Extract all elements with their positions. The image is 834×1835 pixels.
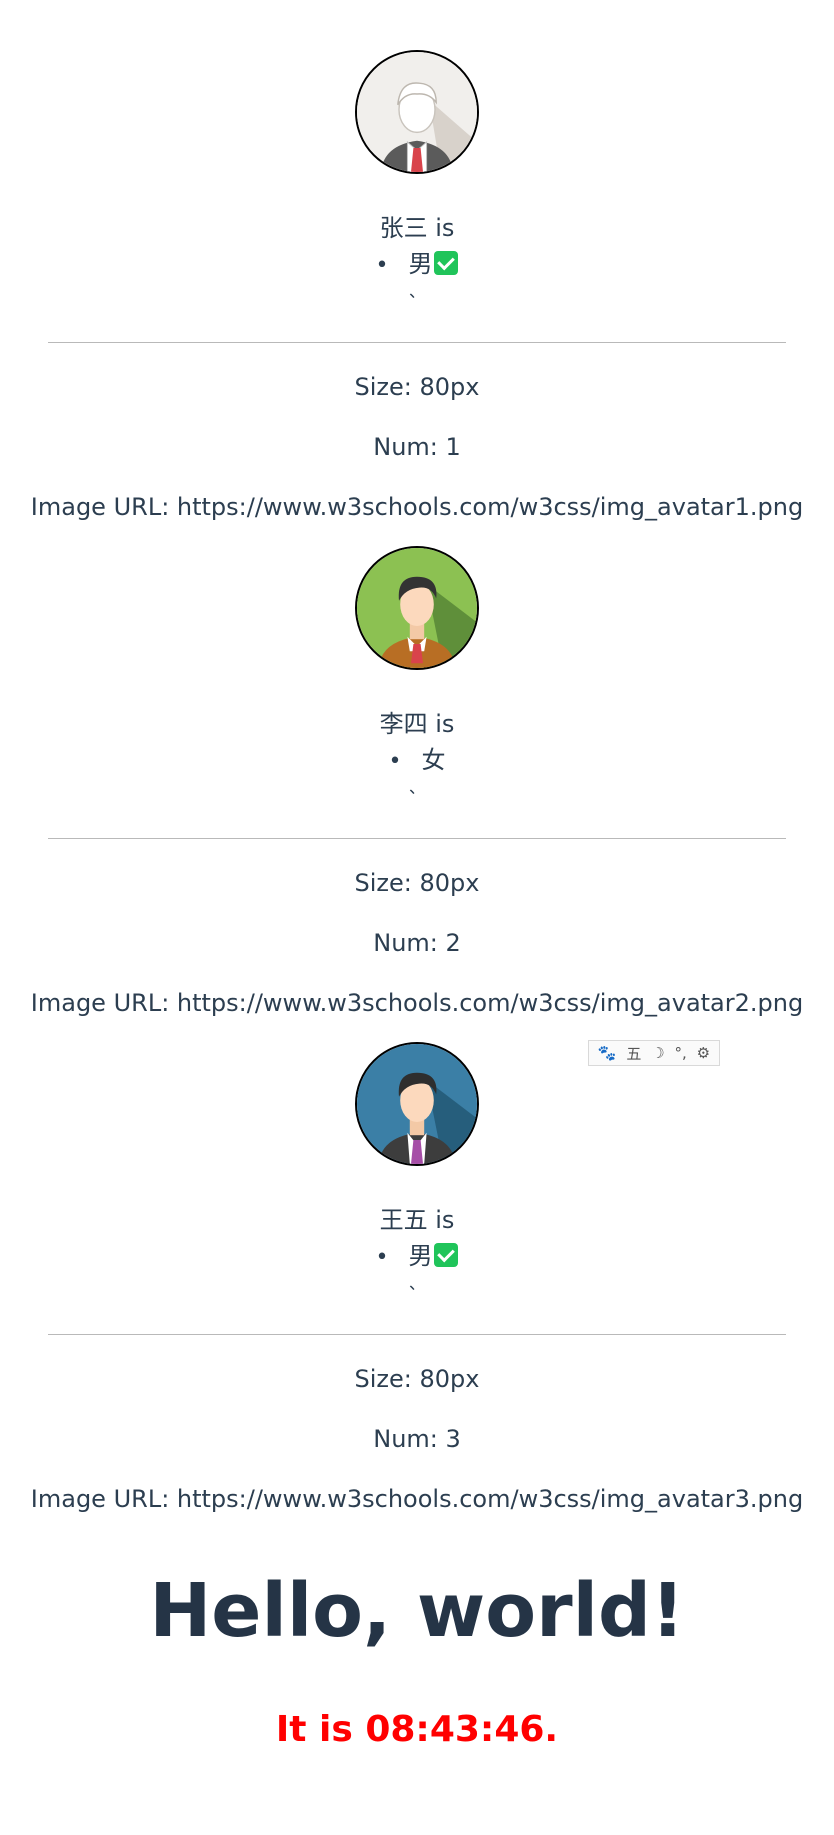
- image-url-text: Image URL: https://www.w3schools.com/w3c…: [30, 1485, 804, 1513]
- avatar-grey-man-icon: [357, 52, 477, 172]
- ime-toolbar[interactable]: 🐾 五 ☽ °, ⚙: [588, 1040, 720, 1066]
- gender-list-item: • 男: [0, 1240, 834, 1274]
- num-text: Num: 3: [373, 1425, 461, 1453]
- gender-list-item: • 男: [0, 248, 834, 282]
- person-name-line: 王五 is: [0, 1204, 834, 1236]
- person-name-line: 张三 is: [0, 212, 834, 244]
- image-url-text: Image URL: https://www.w3schools.com/w3c…: [30, 989, 804, 1017]
- input-mode-label[interactable]: 五: [626, 1043, 641, 1064]
- tick-mark: 、: [408, 1274, 425, 1293]
- size-text: Size: 80px: [354, 1365, 480, 1393]
- bullet-icon: •: [388, 749, 402, 774]
- size-text: Size: 80px: [354, 869, 480, 897]
- punctuation-icon[interactable]: °,: [675, 1044, 687, 1062]
- bullet-icon: •: [375, 253, 389, 278]
- checkbox-checked-icon[interactable]: [434, 1243, 459, 1267]
- num-text: Num: 2: [373, 929, 461, 957]
- person-name: 张三: [379, 214, 428, 242]
- is-word: is: [435, 710, 455, 738]
- avatar: [355, 1042, 479, 1166]
- avatar: [355, 546, 479, 670]
- person-name-line: 李四 is: [0, 708, 834, 740]
- size-text: Size: 80px: [354, 373, 480, 401]
- gender-list-item: • 女: [0, 744, 834, 778]
- image-url-text: Image URL: https://www.w3schools.com/w3c…: [30, 493, 804, 521]
- tick-mark: 、: [408, 778, 425, 797]
- gender-label: 男: [408, 250, 433, 278]
- moon-icon[interactable]: ☽: [651, 1044, 664, 1062]
- gear-icon[interactable]: ⚙: [697, 1044, 710, 1062]
- person-name: 李四: [379, 710, 428, 738]
- avatar-blue-man-icon: [357, 1044, 477, 1164]
- page-title: Hello, world!: [149, 1568, 685, 1654]
- checkbox-checked-icon[interactable]: [434, 251, 459, 275]
- gender-label: 女: [421, 746, 446, 774]
- divider: [48, 838, 786, 839]
- clock-text: It is 08:43:46.: [275, 1709, 559, 1750]
- paw-icon[interactable]: 🐾: [598, 1044, 617, 1062]
- bullet-icon: •: [375, 1245, 389, 1270]
- gender-label: 男: [408, 1242, 433, 1270]
- divider: [48, 1334, 786, 1335]
- is-word: is: [435, 214, 455, 242]
- is-word: is: [435, 1206, 455, 1234]
- num-text: Num: 1: [373, 433, 461, 461]
- person-name: 王五: [379, 1206, 428, 1234]
- avatar-green-man-icon: [357, 548, 477, 668]
- divider: [48, 342, 786, 343]
- avatar: [355, 50, 479, 174]
- tick-mark: 、: [408, 282, 425, 301]
